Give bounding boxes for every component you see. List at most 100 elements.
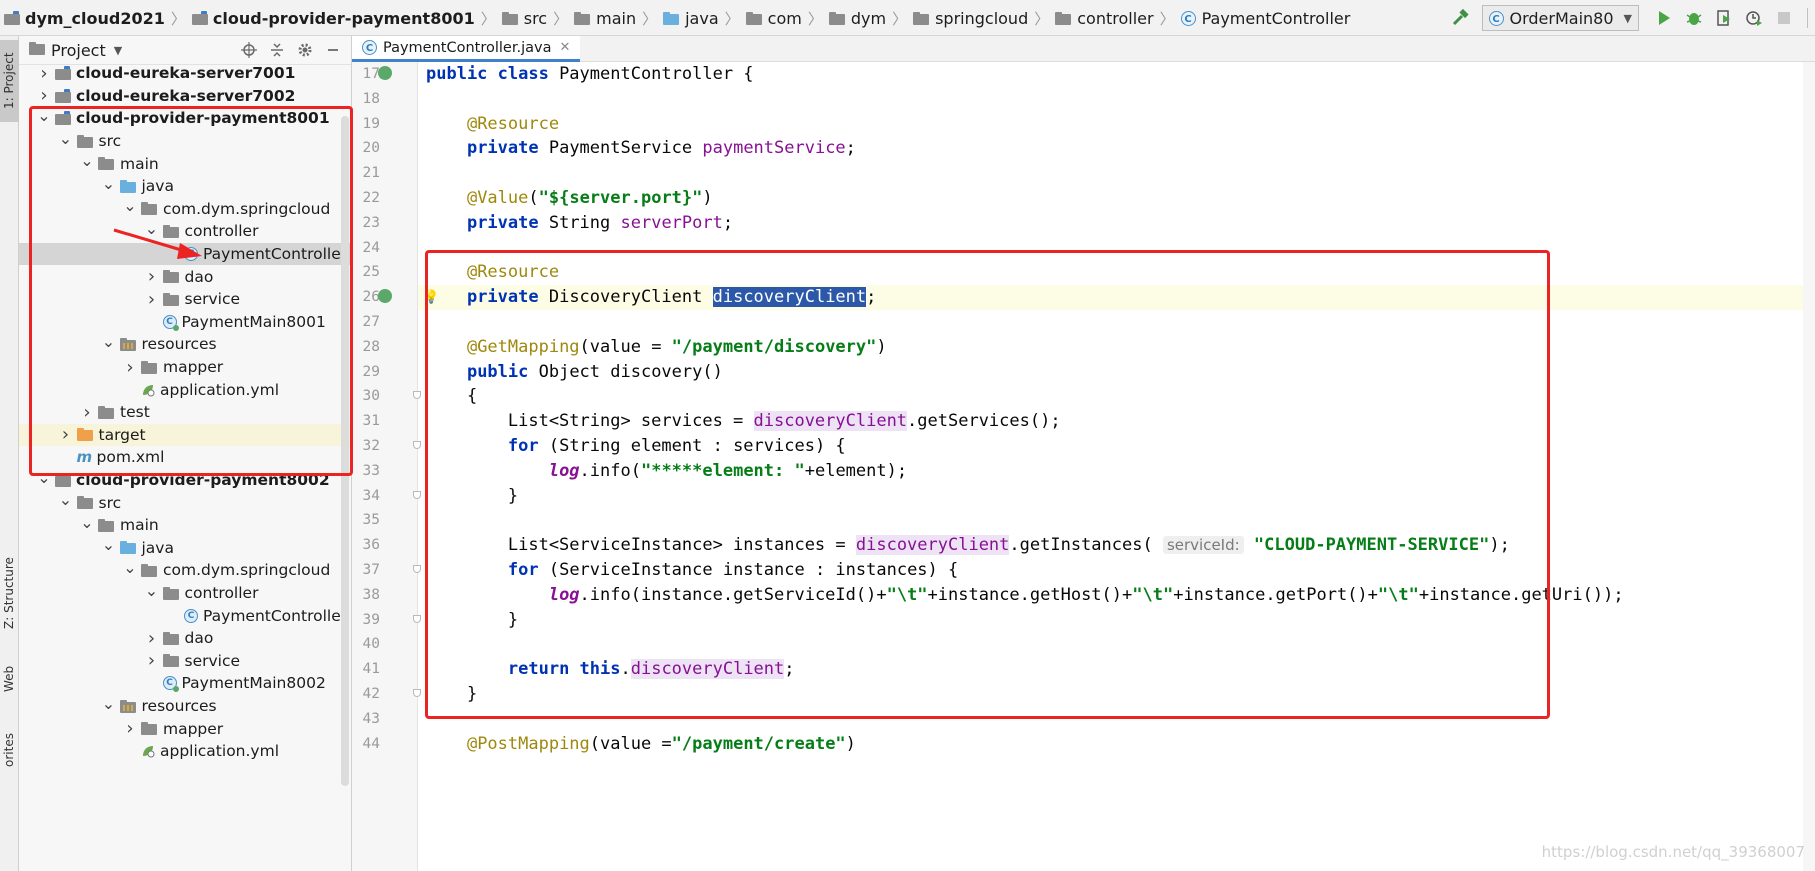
chevron-down-icon[interactable]: ⌄: [102, 174, 116, 193]
tree-item[interactable]: ⌄ main: [19, 151, 351, 175]
code-line[interactable]: 37 for (ServiceInstance instance : insta…: [363, 558, 1815, 583]
tree-item[interactable]: ⌄ controller: [19, 219, 351, 243]
code-line[interactable]: 21: [363, 161, 1815, 186]
chevron-down-icon[interactable]: ⌄: [102, 332, 116, 351]
code-line[interactable]: 17 public class PaymentController {: [363, 62, 1815, 87]
tree-item[interactable]: ⌄ main: [19, 513, 351, 537]
tree-item[interactable]: ⌄ src: [19, 490, 351, 514]
tree-item[interactable]: application.yml: [19, 740, 351, 763]
locate-icon[interactable]: [237, 38, 261, 62]
tree-item[interactable]: ⌄ resources: [19, 332, 351, 356]
editor-tab-paymentcontroller[interactable]: C PaymentController.java ✕: [352, 36, 581, 62]
code-line[interactable]: 27: [363, 310, 1815, 335]
fold-marker-icon[interactable]: [413, 391, 421, 400]
chevron-right-icon[interactable]: ›: [145, 628, 159, 649]
chevron-down-icon[interactable]: ▼: [114, 44, 122, 57]
favorites-tool-tab[interactable]: orites: [0, 720, 19, 780]
code-line[interactable]: 25 @Resource: [363, 260, 1815, 285]
tree-item[interactable]: ⌄ cloud-provider-payment8001: [19, 106, 351, 130]
debug-bug-icon[interactable]: [1682, 6, 1706, 30]
chevron-down-icon[interactable]: ⌄: [80, 513, 94, 532]
tree-item[interactable]: › cloud-eureka-server7001: [19, 62, 351, 85]
chevron-down-icon[interactable]: ⌄: [59, 490, 73, 509]
tree-item[interactable]: C PaymentMain8001: [19, 311, 351, 334]
tree-item[interactable]: C PaymentController: [19, 242, 351, 266]
run-icon[interactable]: [1652, 6, 1676, 30]
chevron-down-icon[interactable]: ⌄: [37, 468, 51, 487]
chevron-down-icon[interactable]: ⌄: [123, 196, 137, 215]
project-scrollbar[interactable]: [341, 116, 349, 786]
code-line[interactable]: 42 }: [363, 682, 1815, 707]
code-line[interactable]: 28 @GetMapping(value = "/payment/discove…: [363, 335, 1815, 360]
tree-item[interactable]: › test: [19, 401, 351, 424]
code-line[interactable]: 19 @Resource: [363, 112, 1815, 137]
stop-icon[interactable]: [1772, 6, 1796, 30]
code-line[interactable]: 30 {: [363, 384, 1815, 409]
tree-item[interactable]: ⌄ java: [19, 535, 351, 560]
code-line[interactable]: 22 @Value("${server.port}"): [363, 186, 1815, 211]
code-line[interactable]: 39 }: [363, 608, 1815, 633]
tree-item[interactable]: application.yml: [19, 378, 351, 401]
code-line[interactable]: 44 @PostMapping(value ="/payment/create"…: [363, 732, 1815, 757]
chevron-down-icon[interactable]: ⌄: [102, 535, 116, 554]
code-line[interactable]: 18: [363, 87, 1815, 112]
build-hammer-icon[interactable]: [1449, 6, 1473, 30]
tree-item[interactable]: ⌄ com.dym.springcloud: [19, 196, 351, 221]
fold-marker-icon[interactable]: [413, 565, 421, 573]
tree-item[interactable]: ⌄ cloud-provider-payment8002: [19, 468, 351, 492]
structure-tool-tab[interactable]: Z: Structure: [0, 546, 19, 641]
gear-icon[interactable]: [293, 38, 317, 62]
project-tool-tab[interactable]: 1: Project: [0, 40, 19, 122]
tree-item[interactable]: ⌄ com.dym.springcloud: [19, 558, 351, 582]
chevron-right-icon[interactable]: ›: [145, 266, 159, 287]
chevron-down-icon[interactable]: ⌄: [80, 151, 94, 170]
fold-marker-icon[interactable]: [413, 490, 421, 499]
tree-item[interactable]: › service: [19, 650, 351, 673]
chevron-right-icon[interactable]: ›: [123, 718, 137, 739]
spring-bean-gutter-icon[interactable]: [378, 66, 392, 80]
minimize-icon[interactable]: [321, 38, 345, 62]
chevron-right-icon[interactable]: ›: [80, 402, 94, 423]
code-line[interactable]: 29 public Object discovery(): [363, 360, 1815, 385]
code-line[interactable]: 36 List<ServiceInstance> instances = dis…: [363, 533, 1815, 558]
web-tool-tab[interactable]: Web: [0, 654, 19, 704]
chevron-down-icon[interactable]: ⌄: [37, 106, 51, 125]
editor-scrollbar[interactable]: [1803, 62, 1815, 871]
tree-item[interactable]: ⌄ java: [19, 174, 351, 198]
chevron-down-icon[interactable]: ⌄: [145, 219, 159, 238]
tree-item[interactable]: › dao: [19, 265, 351, 288]
tree-item[interactable]: › cloud-eureka-server7002: [19, 85, 351, 108]
chevron-right-icon[interactable]: ›: [59, 424, 73, 445]
tree-item[interactable]: › dao: [19, 627, 351, 650]
tree-item[interactable]: › mapper: [19, 356, 351, 379]
breadcrumb-item[interactable]: C PaymentController: [1177, 9, 1355, 28]
code-line[interactable]: 43: [363, 707, 1815, 732]
breadcrumb-item[interactable]: com: [742, 9, 806, 28]
breadcrumb-item[interactable]: dym_cloud2021: [0, 9, 169, 28]
code-line[interactable]: 23 private String serverPort;: [363, 211, 1815, 236]
code-line[interactable]: 26 💡 private DiscoveryClient discoveryCli…: [363, 285, 1815, 310]
tree-item[interactable]: ⌄ controller: [19, 581, 351, 605]
breadcrumb-item[interactable]: src: [498, 9, 551, 28]
fold-marker-icon[interactable]: [413, 441, 421, 449]
chevron-right-icon[interactable]: ›: [123, 357, 137, 378]
tree-item[interactable]: ⌄ src: [19, 129, 351, 153]
tree-item[interactable]: › target: [19, 423, 351, 447]
tree-item[interactable]: C PaymentMain8002: [19, 672, 351, 695]
tree-item[interactable]: C PaymentController: [19, 604, 351, 627]
run-configuration-select[interactable]: C OrderMain80 ▼: [1481, 5, 1639, 31]
code-line[interactable]: 20 private PaymentService paymentService…: [363, 136, 1815, 161]
code-line[interactable]: 33 log.info("*****element: "+element);: [363, 459, 1815, 484]
chevron-right-icon[interactable]: ›: [145, 650, 159, 671]
breadcrumb-item[interactable]: cloud-provider-payment8001: [188, 9, 479, 28]
chevron-right-icon[interactable]: ›: [37, 85, 51, 106]
chevron-right-icon[interactable]: ›: [145, 289, 159, 310]
tree-item[interactable]: m pom.xml: [19, 446, 351, 469]
breadcrumb-item[interactable]: java: [659, 9, 723, 28]
code-line[interactable]: 38 log.info(instance.getServiceId()+"\t"…: [363, 583, 1815, 608]
code-line[interactable]: 32 for (String element : services) {: [363, 434, 1815, 459]
chevron-down-icon[interactable]: ⌄: [123, 558, 137, 577]
collapse-all-icon[interactable]: [265, 38, 289, 62]
profile-icon[interactable]: [1742, 6, 1766, 30]
chevron-down-icon[interactable]: ⌄: [59, 129, 73, 148]
